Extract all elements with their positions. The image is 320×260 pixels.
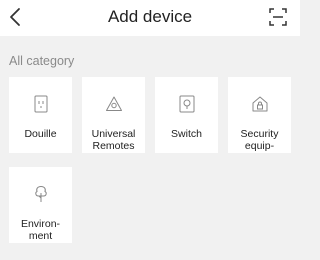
category-label: Security equip-: [240, 128, 279, 152]
category-label: Switch: [171, 128, 202, 140]
page-title: Add device: [107, 7, 193, 26]
category-label: Douille: [24, 128, 57, 140]
tree-icon: [34, 185, 47, 202]
category-universal-remotes[interactable]: Universal Remotes: [82, 77, 145, 153]
remote-triangle-icon: [105, 96, 122, 111]
house-lock-icon: [252, 96, 267, 112]
category-switch[interactable]: Switch: [155, 77, 218, 153]
switch-icon: [179, 95, 194, 113]
scan-icon[interactable]: [269, 8, 287, 26]
category-environment[interactable]: Environ- ment: [9, 167, 72, 243]
category-label: Environ- ment: [20, 218, 61, 242]
category-label: Universal Remotes: [91, 128, 136, 152]
socket-icon: [34, 95, 47, 113]
category-security-equipment[interactable]: Security equip-: [228, 77, 291, 153]
top-bar: Add device: [0, 0, 300, 36]
section-label: All category: [9, 54, 75, 68]
category-douille[interactable]: Douille: [9, 77, 72, 153]
